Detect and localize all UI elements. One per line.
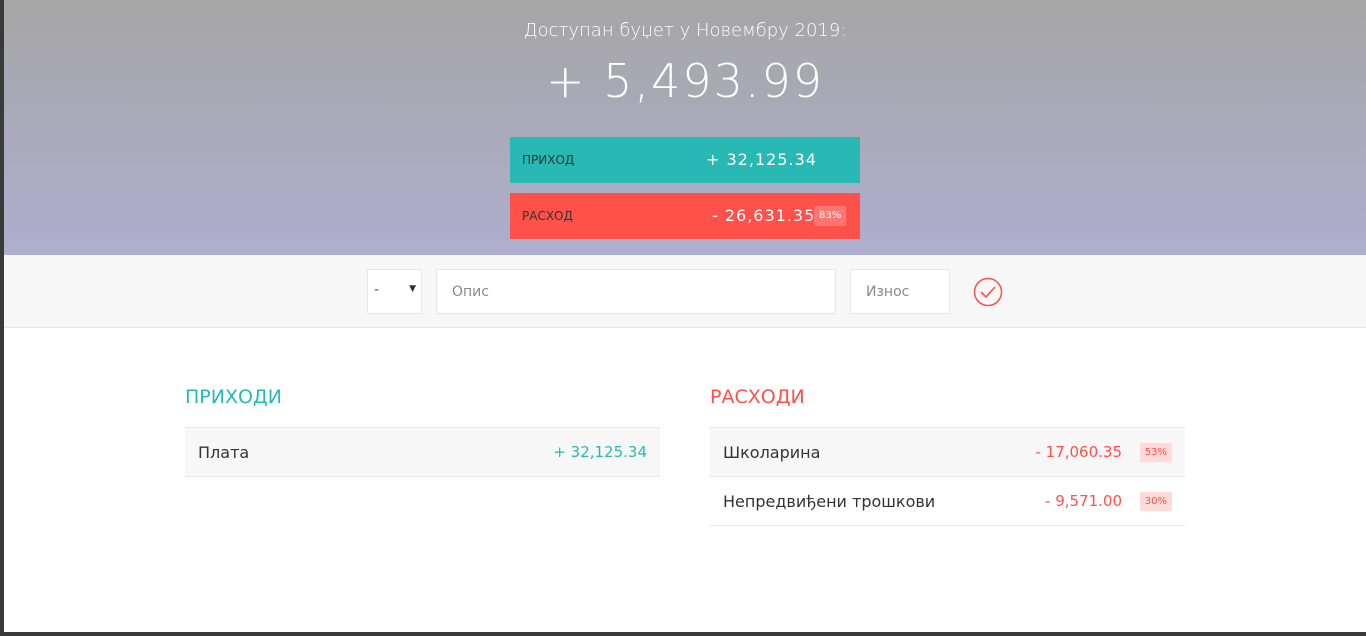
expense-list: РАСХОДИ Школарина - 17,060.35 53% Непред…: [710, 386, 1185, 526]
income-item-description: Плата: [198, 443, 250, 462]
budget-value: + 5,493.99: [545, 54, 824, 108]
expense-item-percentage: 53%: [1139, 443, 1172, 462]
add-item-bar: - ▼: [4, 255, 1366, 328]
expense-summary: РАСХОД - 26,631.35 83%: [510, 193, 860, 239]
budget-app: Доступан буџет у Новембру 2019: + 5,493.…: [4, 0, 1366, 632]
chevron-down-icon: ▼: [409, 284, 416, 294]
expense-item-percentage: 30%: [1139, 492, 1172, 511]
expense-item[interactable]: Непредвиђени трошкови - 9,571.00 30%: [710, 477, 1185, 526]
income-summary-value: + 32,125.34: [706, 150, 817, 169]
expense-summary-value: - 26,631.35: [712, 206, 816, 225]
budget-title: Доступан буџет у Новембру 2019:: [523, 20, 847, 41]
income-item[interactable]: Плата + 32,125.34: [185, 428, 660, 477]
amount-input[interactable]: [850, 269, 950, 314]
income-list: ПРИХОДИ Плата + 32,125.34: [185, 386, 660, 477]
expense-item-description: Школарина: [723, 443, 821, 462]
expense-item-value: - 9,571.00: [1045, 492, 1122, 510]
expense-summary-percentage: 83%: [814, 206, 847, 226]
income-list-title: ПРИХОДИ: [185, 386, 660, 428]
type-select[interactable]: - ▼: [367, 269, 422, 314]
expense-item-description: Непредвиђени трошкови: [723, 492, 936, 511]
income-item-value: + 32,125.34: [553, 443, 647, 461]
checkmark-circle-icon: [973, 277, 1003, 307]
expense-list-title: РАСХОДИ: [710, 386, 1185, 428]
type-select-value: -: [374, 282, 380, 298]
income-summary: ПРИХОД + 32,125.34: [510, 137, 860, 183]
budget-header: Доступан буџет у Новембру 2019: + 5,493.…: [4, 0, 1366, 255]
expense-item[interactable]: Школарина - 17,060.35 53%: [710, 428, 1185, 477]
expense-item-value: - 17,060.35: [1035, 443, 1122, 461]
income-summary-label: ПРИХОД: [522, 153, 575, 167]
description-input[interactable]: [436, 269, 836, 314]
add-item-button[interactable]: [973, 277, 1003, 307]
expense-summary-label: РАСХОД: [522, 209, 573, 223]
